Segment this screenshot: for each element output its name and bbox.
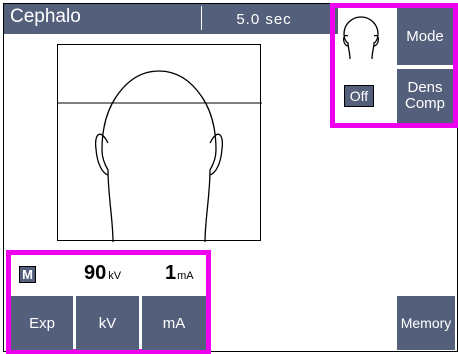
mode-button-label: Mode <box>406 28 444 45</box>
off-indicator-label: Off <box>349 88 369 104</box>
kv-button-label: kV <box>98 314 117 332</box>
memory-button[interactable]: Memory <box>397 296 455 350</box>
head-preview <box>57 44 262 243</box>
dens-comp-label-line1: Dens <box>407 79 443 96</box>
exp-button-label: Exp <box>29 314 55 332</box>
off-indicator: Off <box>344 85 374 107</box>
ma-unit: mA <box>177 270 194 282</box>
manual-mode-icon: M <box>19 266 36 283</box>
memory-button-label: Memory <box>400 315 452 331</box>
kv-readout: 90 kV <box>84 262 121 285</box>
exp-button[interactable]: Exp <box>11 296 73 350</box>
kv-unit: kV <box>108 270 122 282</box>
head-back-view-icon <box>58 70 262 243</box>
ma-readout: 1mA <box>165 262 194 285</box>
dens-comp-button[interactable]: Dens Comp <box>397 69 453 123</box>
ma-button[interactable]: mA <box>142 296 206 350</box>
kv-value: 90 <box>84 262 107 284</box>
mode-button[interactable]: Mode <box>397 8 453 65</box>
dens-comp-label-line2: Comp <box>404 95 445 112</box>
ma-value: 1 <box>165 262 177 284</box>
kv-button[interactable]: kV <box>76 296 139 350</box>
manual-mode-letter: M <box>22 267 33 282</box>
head-outline-icon <box>343 16 379 59</box>
ma-button-label: mA <box>162 314 186 332</box>
